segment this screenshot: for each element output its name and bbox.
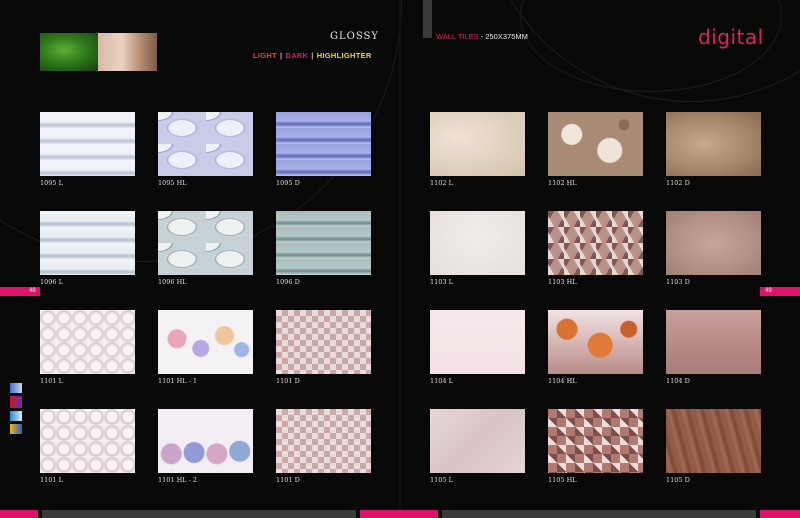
tile-code-label: 1101 HL - 2 <box>158 476 198 484</box>
tile-swatch <box>430 112 525 176</box>
tile-swatch <box>430 409 525 473</box>
tile-swatch <box>548 211 643 275</box>
tile-code-label: 1095 HL <box>158 179 187 187</box>
tile-swatch <box>158 409 253 473</box>
tile-code-label: 1103 HL <box>548 278 577 286</box>
tile-swatch <box>40 409 135 473</box>
tile-code-label: 1105 HL <box>548 476 577 484</box>
tile-code-label: 1101 D <box>276 377 300 385</box>
tile-code-label: 1095 L <box>40 179 63 187</box>
hero-photo <box>40 33 157 71</box>
tile-code-label: 1096 HL <box>158 278 187 286</box>
tile-swatch <box>40 211 135 275</box>
brand-logo: digital <box>698 25 764 49</box>
certification-logo <box>10 396 22 408</box>
tile-swatch <box>158 211 253 275</box>
tile-swatch <box>548 409 643 473</box>
legend-separator: | <box>280 51 283 60</box>
tile-swatch <box>276 211 371 275</box>
tile-swatch <box>276 310 371 374</box>
tile-code-label: 1105 L <box>430 476 453 484</box>
tile-code-label: 1105 D <box>666 476 690 484</box>
tile-swatch <box>666 310 761 374</box>
tile-swatch <box>548 112 643 176</box>
legend-light: LIGHT <box>253 51 277 60</box>
legend-separator: | <box>311 51 314 60</box>
legend-dark: DARK <box>285 51 309 60</box>
model-image <box>98 33 157 71</box>
series-title: GLOSSY <box>330 31 379 42</box>
wall-tiles-label: WALL TILES <box>436 32 479 41</box>
tile-swatch <box>40 310 135 374</box>
tile-swatch <box>430 211 525 275</box>
tile-code-label: 1101 L <box>40 476 63 484</box>
tile-swatch <box>158 112 253 176</box>
footer-bar <box>0 510 38 518</box>
tile-code-label: 1101 L <box>40 377 63 385</box>
tile-size-label: - 250X375MM <box>480 32 528 41</box>
certification-logo <box>10 383 22 393</box>
certification-logo <box>10 411 22 421</box>
header-marker <box>423 0 432 38</box>
page-number-left: 48 <box>29 288 36 294</box>
tile-code-label: 1102 L <box>430 179 453 187</box>
tile-swatch <box>666 112 761 176</box>
tile-code-label: 1095 D <box>276 179 300 187</box>
variant-legend: LIGHT | DARK | HIGHLIGHTER <box>253 51 372 60</box>
page-number-right: 49 <box>765 288 772 294</box>
legend-highlighter: HIGHLIGHTER <box>316 51 372 60</box>
tile-code-label: 1101 HL - 1 <box>158 377 198 385</box>
tile-swatch <box>430 310 525 374</box>
tile-swatch <box>666 211 761 275</box>
tile-code-label: 1103 L <box>430 278 453 286</box>
product-category: WALL TILES - 250X375MM <box>436 32 528 41</box>
tile-code-label: 1101 D <box>276 476 300 484</box>
tile-swatch <box>548 310 643 374</box>
footer-bar <box>442 510 756 518</box>
tile-code-label: 1096 L <box>40 278 63 286</box>
tile-code-label: 1104 D <box>666 377 690 385</box>
leaf-image <box>40 33 100 71</box>
tile-swatch <box>276 409 371 473</box>
tile-swatch <box>666 409 761 473</box>
tile-code-label: 1102 D <box>666 179 690 187</box>
tile-swatch <box>158 310 253 374</box>
footer-bar <box>360 510 438 518</box>
book-spine <box>399 0 401 518</box>
tile-code-label: 1104 L <box>430 377 453 385</box>
certification-logo <box>10 424 22 434</box>
tile-code-label: 1102 HL <box>548 179 577 187</box>
tile-swatch <box>276 112 371 176</box>
catalog-spread: GLOSSY LIGHT | DARK | HIGHLIGHTER WALL TILES… <box>0 0 800 518</box>
tile-code-label: 1103 D <box>666 278 690 286</box>
tile-code-label: 1104 HL <box>548 377 577 385</box>
footer-bar <box>42 510 356 518</box>
footer-bar <box>760 510 800 518</box>
tile-swatch <box>40 112 135 176</box>
tile-code-label: 1096 D <box>276 278 300 286</box>
